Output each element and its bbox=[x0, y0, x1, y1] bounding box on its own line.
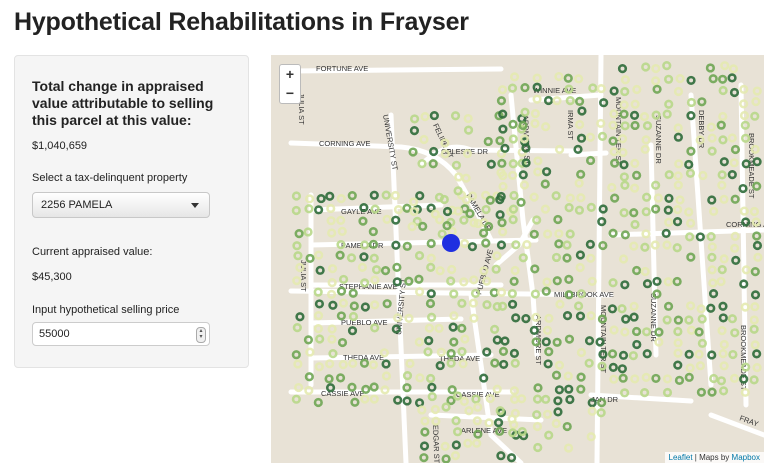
total-change-heading: Total change in appraised value attribut… bbox=[32, 78, 214, 128]
zoom-in-button[interactable]: + bbox=[279, 64, 301, 85]
attribution-separator: | Maps by bbox=[692, 453, 732, 462]
current-value: $45,300 bbox=[32, 271, 72, 283]
street-label: SUZANNE DR bbox=[654, 115, 663, 164]
leaflet-link[interactable]: Leaflet bbox=[669, 453, 693, 462]
select-label: Select a tax-delinquent property bbox=[32, 172, 188, 184]
page-title: Hypothetical Rehabilitations in Frayser bbox=[14, 8, 469, 36]
street-label: PUEBLO AVE bbox=[341, 318, 388, 327]
number-spinner-icon[interactable]: ▴ ▾ bbox=[196, 327, 206, 343]
parcel-map[interactable]: FORTUNE AVE JULIA ST UNIVERSITY ST CORNING … bbox=[271, 55, 764, 463]
price-label: Input hypothetical selling price bbox=[32, 304, 180, 316]
selling-price-value: 55000 bbox=[39, 328, 70, 340]
zoom-out-button[interactable]: − bbox=[279, 84, 301, 104]
street-label: FORTUNE AVE bbox=[316, 64, 368, 73]
total-change-value: $1,040,659 bbox=[32, 140, 88, 152]
street-label: EDGAR ST bbox=[431, 425, 441, 463]
caret-down-icon bbox=[191, 203, 199, 208]
selected-parcel-marker bbox=[442, 234, 460, 252]
current-value-label: Current appraised value: bbox=[32, 246, 153, 258]
street-label: CORNING AVE bbox=[319, 139, 371, 148]
map-tiles: FORTUNE AVEJULIA STUNIVERSITY STCORNING … bbox=[271, 55, 764, 463]
property-select[interactable]: 2256 PAMELA bbox=[32, 192, 210, 218]
sidebar-panel: Total change in appraised value attribut… bbox=[14, 55, 249, 368]
map-attribution: Leaflet | Maps by Mapbox bbox=[664, 452, 764, 463]
selling-price-input[interactable]: 55000 ▴ ▾ bbox=[32, 322, 210, 346]
mapbox-link[interactable]: Mapbox bbox=[732, 453, 760, 462]
property-select-value: 2256 PAMELA bbox=[41, 199, 113, 211]
street-label: IRMA ST bbox=[566, 110, 575, 140]
